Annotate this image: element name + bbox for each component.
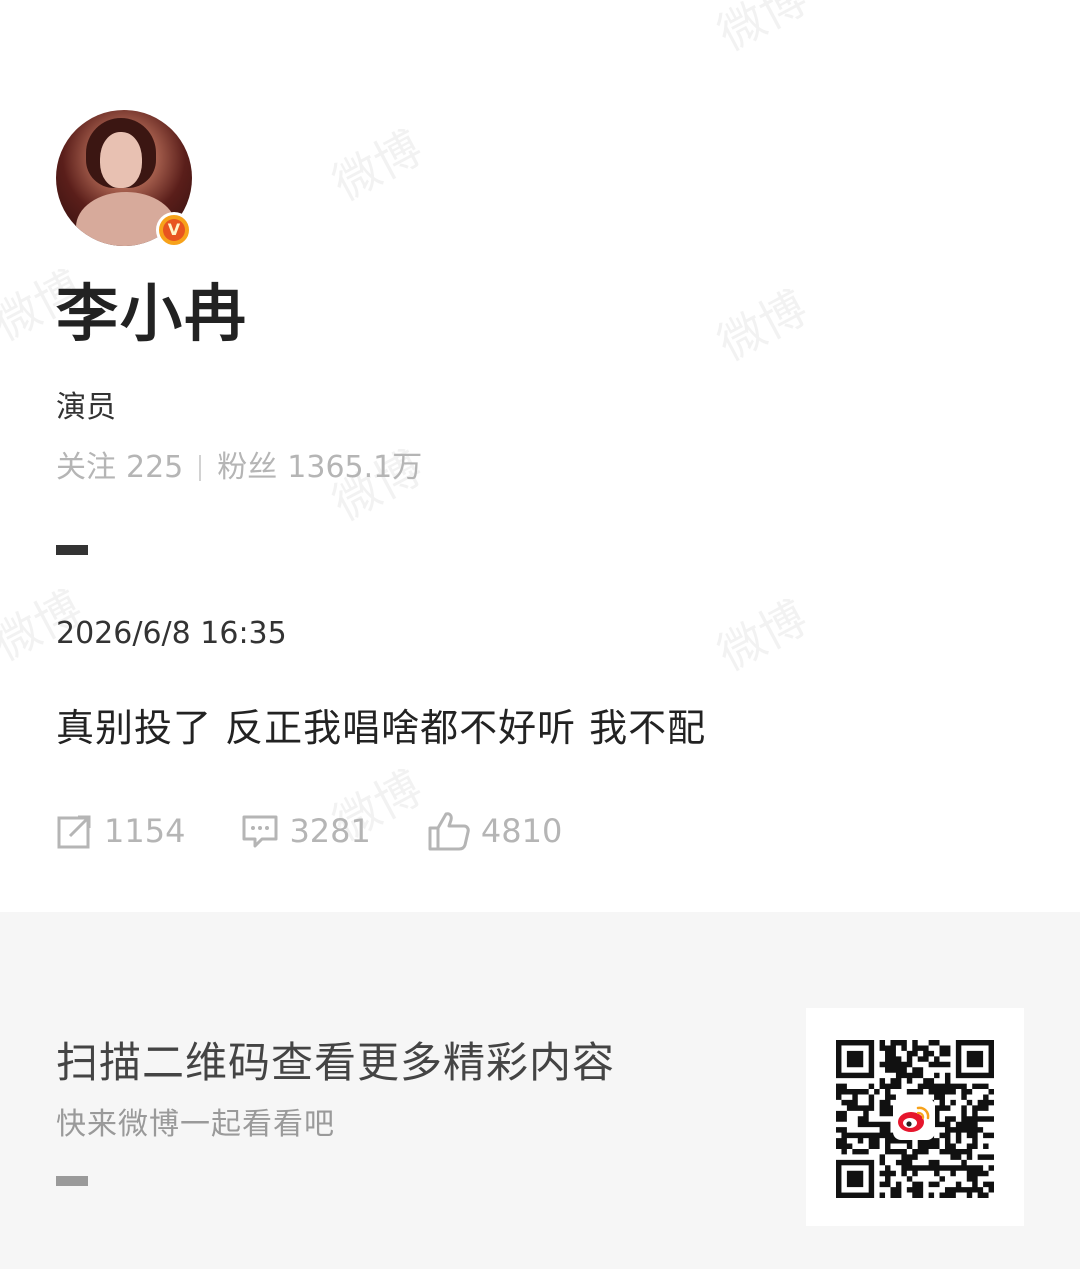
thumbs-up-icon: [428, 812, 470, 851]
verified-mark: V: [163, 219, 185, 241]
footer-subtitle: 快来微博一起看看吧: [56, 1107, 335, 1142]
post-datetime: 2026/6/8 16:35: [56, 616, 287, 651]
watermark: 微博: [709, 280, 816, 372]
divider-dash: [56, 545, 88, 555]
qr-finder-pattern: [836, 1040, 875, 1079]
comment-button[interactable]: 3281: [241, 812, 371, 850]
stats-divider: [199, 455, 202, 481]
profile-name[interactable]: 李小冉: [56, 276, 248, 352]
qr-finder-pattern: [955, 1040, 994, 1079]
watermark: 微博: [324, 120, 431, 212]
followers-label: 粉丝: [217, 450, 278, 485]
qr-finder-pattern: [836, 1159, 875, 1198]
post-actions: 1154 3281 4810: [56, 810, 618, 852]
repost-count: 1154: [104, 812, 186, 850]
watermark: 微博: [709, 0, 816, 62]
weibo-logo-icon: [893, 1098, 935, 1140]
verified-badge-icon: V: [156, 212, 192, 248]
post-text: 真别投了 反正我唱啥都不好听 我不配: [56, 706, 707, 750]
post-card: 微博 微博 微博 微博 微博 微博 微博 微博 V 李小冉 演员 关注 225 …: [0, 0, 1080, 912]
followers-count[interactable]: 1365.1万: [287, 448, 422, 488]
repost-button[interactable]: 1154: [56, 812, 185, 850]
watermark: 微博: [709, 590, 816, 682]
following-count[interactable]: 225: [126, 448, 183, 488]
footer-divider-dash: [56, 1176, 88, 1186]
footer-title: 扫描二维码查看更多精彩内容: [56, 1038, 616, 1087]
comment-icon: [242, 815, 278, 848]
like-count: 4810: [480, 812, 563, 850]
profile-stats: 关注 225 粉丝 1365.1万: [56, 448, 422, 488]
following-label: 关注: [56, 450, 116, 485]
repost-icon: [57, 815, 91, 849]
like-button[interactable]: 4810: [427, 810, 562, 852]
profile-role: 演员: [56, 390, 116, 425]
comment-count: 3281: [289, 812, 371, 850]
